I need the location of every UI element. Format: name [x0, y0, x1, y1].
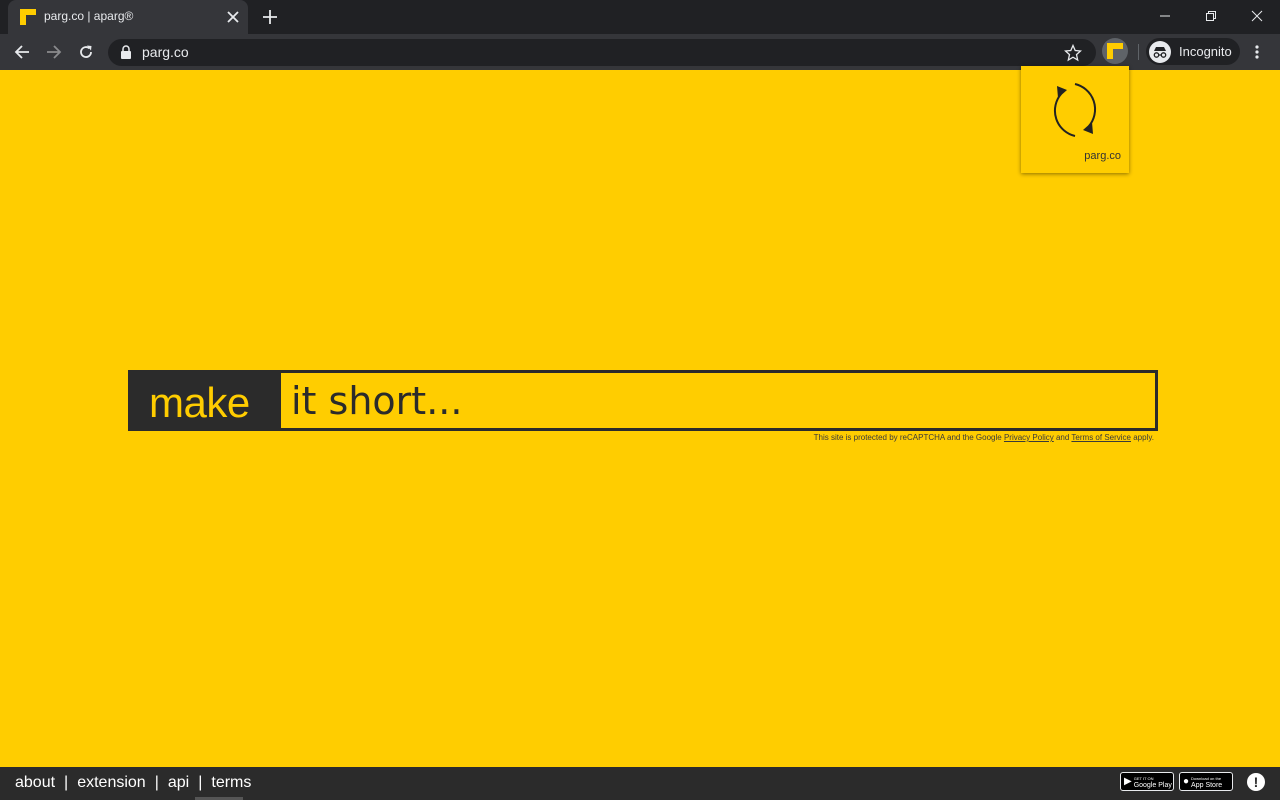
close-tab-icon[interactable] [224, 8, 242, 26]
lock-icon [121, 45, 131, 59]
recaptcha-text: This site is protected by reCAPTCHA and … [813, 433, 1002, 442]
popup-label: parg.co [1084, 150, 1121, 162]
url-text: parg.co [142, 44, 189, 60]
footer-link-terms[interactable]: terms [211, 774, 251, 792]
close-window-button[interactable] [1234, 0, 1280, 32]
restore-icon [1206, 11, 1216, 21]
parg-extension-icon [1107, 43, 1123, 59]
terms-of-service-link[interactable]: Terms of Service [1071, 433, 1131, 442]
footer: about | extension | api | terms [0, 767, 1280, 800]
new-tab-plus-icon[interactable] [260, 7, 280, 27]
recaptcha-notice: This site is protected by reCAPTCHA and … [814, 433, 1154, 442]
arrow-right-icon [47, 45, 62, 59]
browser-titlebar: parg.co | aparg® [0, 0, 1280, 34]
incognito-profile-button[interactable]: Incognito [1146, 38, 1240, 65]
reload-icon [80, 45, 92, 58]
exclamation-alert-icon[interactable]: ! [1247, 773, 1265, 791]
back-button[interactable] [10, 40, 34, 64]
google-play-big-text: Google Play [1133, 781, 1172, 789]
make-label-block: make [131, 373, 281, 428]
parg-extension-button[interactable] [1102, 38, 1128, 64]
footer-separator: | [154, 774, 159, 791]
apple-icon: ● [1183, 776, 1190, 787]
browser-toolbar: parg.co Incognito [0, 34, 1280, 70]
url-input[interactable] [291, 373, 1151, 428]
footer-separator: | [64, 774, 69, 791]
footer-link-about[interactable]: about [15, 774, 55, 792]
app-store-badge[interactable]: ● Download on the App Store [1179, 772, 1233, 791]
footer-link-api[interactable]: api [168, 774, 189, 792]
browser-tab[interactable]: parg.co | aparg® [8, 0, 248, 34]
restore-window-button[interactable] [1188, 0, 1234, 32]
url-shortener-form: make [128, 370, 1158, 431]
apply-text: apply. [1133, 433, 1154, 442]
arrow-left-icon [14, 45, 29, 59]
make-label: make [149, 379, 250, 426]
kebab-menu-icon [1255, 45, 1259, 59]
close-window-icon [1251, 10, 1263, 22]
incognito-icon [1149, 40, 1171, 63]
bookmark-star-icon[interactable] [1064, 44, 1082, 62]
footer-separator: | [198, 774, 203, 791]
browser-menu-button[interactable] [1250, 40, 1264, 64]
minimize-icon [1160, 15, 1170, 17]
parg-favicon-icon [20, 9, 36, 25]
forward-button[interactable] [42, 40, 66, 64]
tab-title: parg.co | aparg® [44, 9, 134, 23]
app-store-small-text: Download on the [1191, 775, 1222, 781]
play-store-icon: ▶ [1124, 776, 1132, 787]
extension-popup: parg.co [1021, 66, 1129, 173]
reload-button[interactable] [74, 40, 98, 64]
google-play-small-text: GET IT ON [1133, 775, 1154, 781]
profile-label: Incognito [1179, 44, 1232, 59]
refresh-loading-icon [1054, 83, 1096, 137]
minimize-window-button[interactable] [1142, 0, 1188, 32]
address-bar[interactable]: parg.co [108, 39, 1096, 66]
privacy-policy-link[interactable]: Privacy Policy [1004, 433, 1054, 442]
google-play-badge[interactable]: ▶ GET IT ON Google Play [1120, 772, 1174, 791]
and-text: and [1055, 433, 1070, 442]
footer-nav: about | extension | api | terms [15, 774, 251, 792]
toolbar-divider [1138, 44, 1139, 60]
app-store-big-text: App Store [1191, 781, 1223, 789]
footer-link-extension[interactable]: extension [77, 774, 146, 792]
